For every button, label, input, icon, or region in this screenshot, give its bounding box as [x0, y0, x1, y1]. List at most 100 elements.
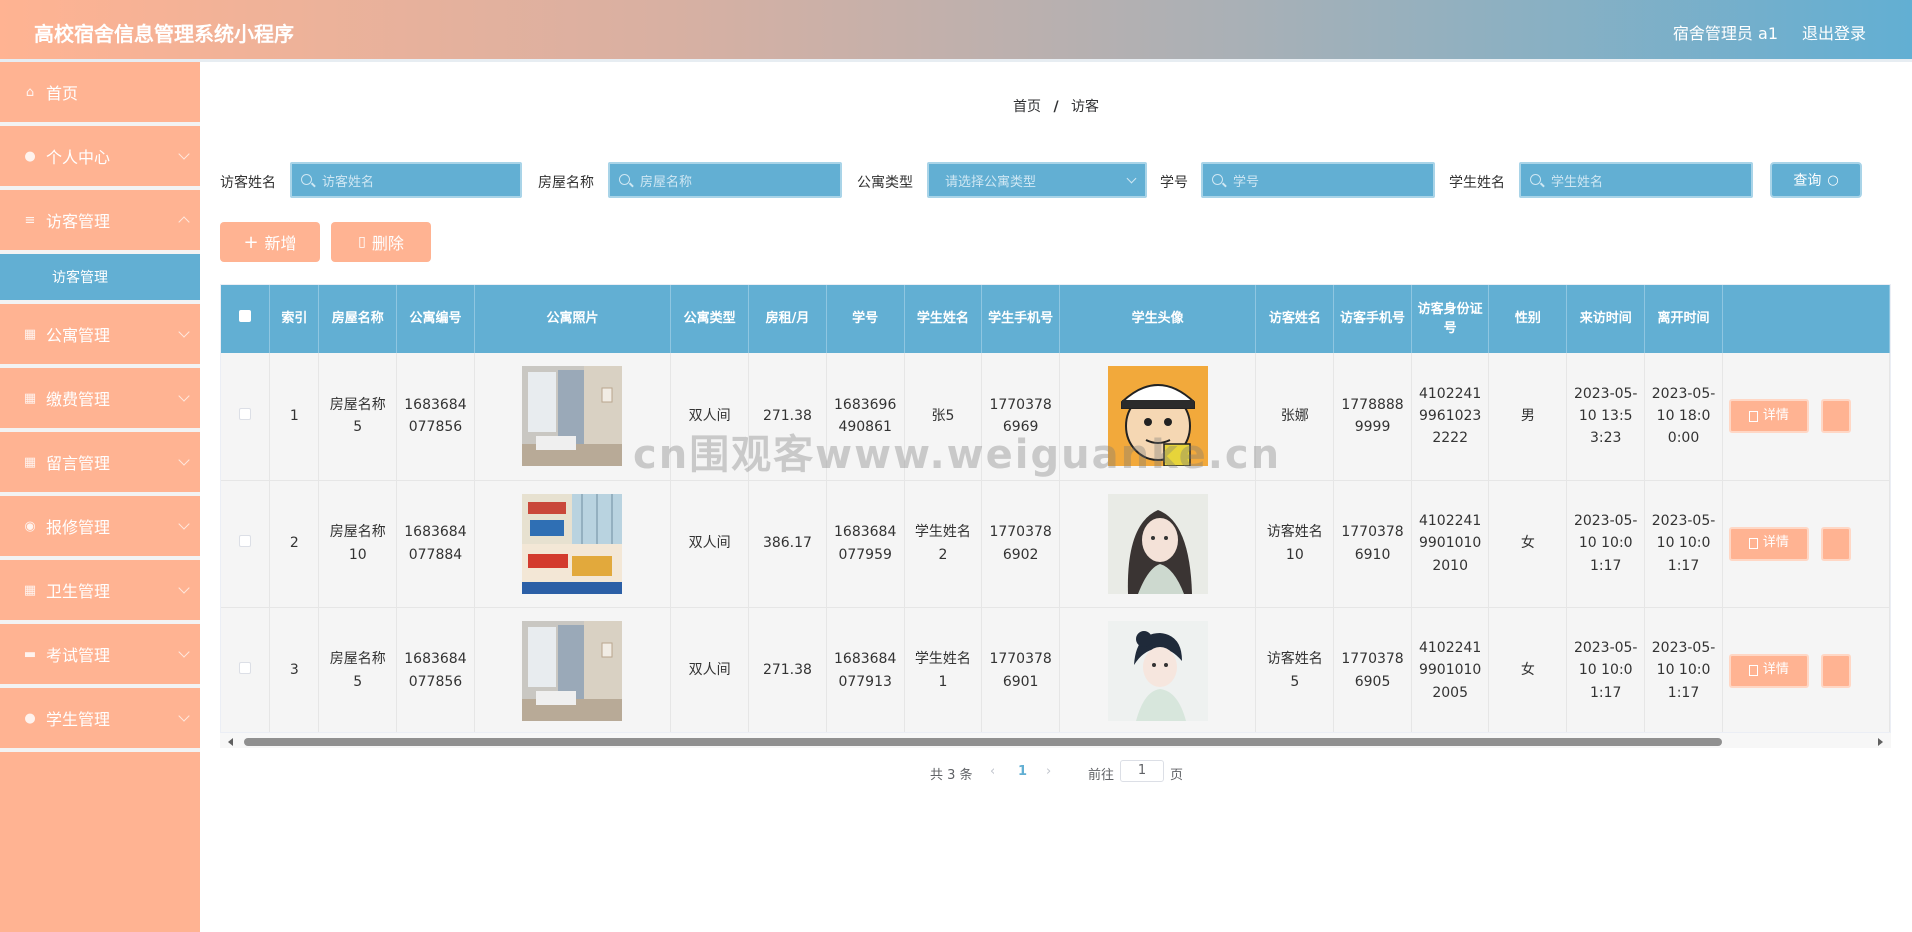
cell-student-phone: 17703786902 [981, 480, 1060, 608]
submenu-item-visitor-management[interactable]: 访客管理 [0, 254, 200, 304]
cell-leave-time: 2023-05-10 10:01:17 [1644, 480, 1723, 608]
scrollbar-thumb[interactable] [244, 738, 1722, 746]
col-header: 公寓编号 [396, 285, 475, 353]
edit-button[interactable] [1820, 526, 1851, 561]
student-no-input[interactable]: 学号 [1201, 162, 1435, 198]
student-avatar [1107, 366, 1208, 467]
edit-button[interactable] [1820, 399, 1851, 433]
cell-gender: 女 [1488, 607, 1568, 735]
cell-student-no: 1683696490861 [826, 353, 905, 481]
student-avatar [1107, 493, 1208, 594]
cell-student-no: 1683684077959 [826, 480, 905, 608]
cell-student-phone: 17703786901 [981, 607, 1060, 735]
folder-icon: ▬ [23, 646, 37, 662]
col-header: 访客手机号 [1333, 285, 1412, 353]
col-header: 索引 [269, 285, 320, 353]
cell-apt-no: 1683684077856 [396, 607, 475, 735]
app-title: 高校宿舍信息管理系统小程序 [34, 22, 294, 46]
detail-button[interactable]: 详情 [1728, 653, 1809, 688]
row-checkbox[interactable] [221, 480, 271, 608]
cell-actions: 详情 [1722, 480, 1890, 608]
sidebar: ⌂ 首页 ● 个人中心 ≡ 访客管理 访客管理 ▦ 公寓管理 ▦ 缴费管理 ▦ … [0, 62, 200, 932]
search-icon [1212, 174, 1223, 185]
current-user-label: 宿舍管理员 a1 [1672, 24, 1778, 43]
sidebar-item-students[interactable]: ● 学生管理 [0, 688, 200, 752]
col-header: 来访时间 [1566, 285, 1646, 353]
apartment-photo [522, 493, 623, 594]
horizontal-scrollbar[interactable] [220, 732, 1891, 748]
sidebar-item-label: 卫生管理 [46, 582, 111, 601]
goto-page-input[interactable]: 1 [1120, 760, 1164, 782]
table-row: 2 房屋名称10 1683684077884 双人间 386.17 168368… [221, 480, 1890, 608]
sidebar-item-hygiene[interactable]: ▦ 卫生管理 [0, 560, 200, 624]
page-number[interactable]: 1 [1018, 764, 1027, 779]
search-icon [301, 174, 312, 185]
page-unit-label: 页 [1170, 768, 1184, 783]
col-header: 学生头像 [1059, 285, 1257, 353]
student-name-input[interactable]: 学生姓名 [1519, 162, 1753, 198]
col-header: 公寓类型 [670, 285, 750, 353]
grid-icon: ▦ [23, 390, 37, 406]
cell-visit-time: 2023-05-10 10:01:17 [1566, 607, 1646, 735]
sidebar-item-home[interactable]: ⌂ 首页 [0, 62, 200, 126]
breadcrumb: 首页 / 访客 [200, 96, 1912, 116]
chevron-left-icon[interactable]: ‹ [990, 764, 995, 779]
add-button[interactable]: + 新增 [220, 222, 320, 262]
row-checkbox[interactable] [221, 607, 271, 735]
people-icon: ● [24, 710, 36, 726]
cell-student-name: 学生姓名1 [904, 607, 983, 735]
sidebar-item-exams[interactable]: ▬ 考试管理 [0, 624, 200, 688]
scroll-left-icon[interactable] [228, 738, 233, 746]
edit-button[interactable] [1820, 653, 1851, 688]
chevron-right-icon[interactable]: › [1046, 764, 1051, 779]
detail-button[interactable]: 详情 [1728, 399, 1809, 434]
main-content: 首页 / 访客 访客姓名 访客姓名 房屋名称 房屋名称 公寓类型 请选择公寓类型… [200, 62, 1912, 932]
select-all-checkbox[interactable] [221, 285, 271, 353]
chevron-down-icon [178, 326, 190, 338]
chevron-down-icon [178, 390, 190, 402]
query-button[interactable]: 查询 ○ [1770, 162, 1862, 198]
sidebar-item-repairs[interactable]: ◉ 报修管理 [0, 496, 200, 560]
sidebar-item-profile[interactable]: ● 个人中心 [0, 126, 200, 190]
detail-button[interactable]: 详情 [1728, 526, 1809, 561]
pin-icon: ◉ [24, 518, 36, 534]
cell-visitor-phone: 17703786905 [1333, 607, 1412, 735]
visitor-name-input[interactable]: 访客姓名 [290, 162, 522, 198]
sidebar-item-label: 首页 [46, 84, 79, 103]
sidebar-item-label: 访客管理 [46, 212, 111, 231]
col-header: 性别 [1488, 285, 1568, 353]
room-name-input[interactable]: 房屋名称 [608, 162, 842, 198]
search-form: 访客姓名 访客姓名 房屋名称 房屋名称 公寓类型 请选择公寓类型 学号 学号 学… [220, 162, 1900, 198]
breadcrumb-current: 访客 [1071, 99, 1100, 115]
table-row: 1 房屋名称5 1683684077856 双人间 271.38 1683696… [221, 353, 1890, 481]
cell-rent: 386.17 [748, 480, 827, 608]
search-icon [619, 174, 630, 185]
col-header: 离开时间 [1644, 285, 1723, 353]
grid-icon: ▦ [23, 582, 37, 598]
sidebar-item-label: 留言管理 [46, 454, 111, 473]
scroll-right-icon[interactable] [1878, 738, 1883, 746]
col-header-actions [1722, 285, 1890, 353]
cell-student-name: 学生姓名2 [904, 480, 983, 608]
logout-link[interactable]: 退出登录 [1802, 20, 1866, 44]
cell-student-avatar [1059, 607, 1257, 735]
row-checkbox[interactable] [221, 353, 271, 481]
delete-button[interactable]: ▯ 删除 [331, 222, 431, 262]
visitor-name-label: 访客姓名 [220, 175, 276, 191]
cell-rent: 271.38 [748, 353, 827, 481]
cell-student-no: 1683684077913 [826, 607, 905, 735]
apartment-type-select[interactable]: 请选择公寓类型 [927, 162, 1147, 198]
room-name-label: 房屋名称 [538, 175, 594, 191]
chevron-down-icon [178, 710, 190, 722]
sidebar-item-payments[interactable]: ▦ 缴费管理 [0, 368, 200, 432]
total-count: 共 3 条 [930, 768, 973, 783]
breadcrumb-home[interactable]: 首页 [1013, 99, 1041, 115]
apartment-photo [522, 620, 623, 721]
home-icon: ⌂ [25, 84, 35, 100]
plus-icon: + [243, 231, 259, 253]
sidebar-item-visitors[interactable]: ≡ 访客管理 [0, 190, 200, 254]
sidebar-item-apartments[interactable]: ▦ 公寓管理 [0, 304, 200, 368]
cell-visitor-id: 410224199610232222 [1411, 353, 1490, 481]
sidebar-item-messages[interactable]: ▦ 留言管理 [0, 432, 200, 496]
apartment-photo [522, 366, 623, 467]
